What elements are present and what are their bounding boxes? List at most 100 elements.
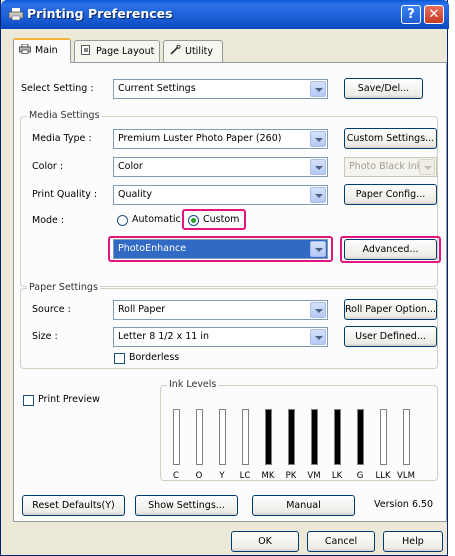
- manual-button[interactable]: Manual: [252, 495, 355, 516]
- custom-settings-button[interactable]: Custom Settings...: [344, 128, 437, 149]
- user-defined-button[interactable]: User Defined...: [344, 326, 437, 347]
- ink-label-vm: VM: [307, 471, 321, 481]
- chevron-down-icon[interactable]: [310, 241, 326, 257]
- help-button[interactable]: Help: [383, 531, 443, 552]
- automatic-radio[interactable]: [117, 215, 128, 226]
- chevron-down-icon[interactable]: [310, 302, 326, 318]
- title-bar[interactable]: Printing Preferences ? ✕: [1, 0, 449, 29]
- cancel-button[interactable]: Cancel: [307, 531, 375, 552]
- custom-radio-label[interactable]: Custom: [203, 214, 239, 225]
- chevron-down-icon[interactable]: [310, 187, 326, 203]
- select-setting-combo[interactable]: Current Settings: [113, 79, 328, 99]
- save-del-button[interactable]: Save/Del...: [344, 78, 423, 99]
- ink-bar-y: [219, 409, 226, 465]
- show-settings-button[interactable]: Show Settings...: [135, 495, 238, 516]
- printer-icon: [19, 44, 31, 54]
- tab-main-label: Main: [35, 45, 58, 56]
- select-setting-value: Current Settings: [118, 83, 196, 94]
- paper-config-button[interactable]: Paper Config...: [344, 184, 437, 205]
- ink-label-vlm: VLM: [397, 471, 415, 481]
- borderless-checkbox[interactable]: [114, 353, 125, 364]
- main-tab-panel: Select Setting : Current Settings Save/D…: [13, 62, 447, 522]
- help-title-button[interactable]: ?: [401, 5, 421, 24]
- ink-bar-vm: [311, 409, 318, 465]
- ink-label-mk: MK: [261, 471, 275, 481]
- chevron-down-icon[interactable]: [310, 81, 326, 97]
- ink-bar-c: [173, 409, 180, 465]
- print-preview-label[interactable]: Print Preview: [38, 394, 100, 405]
- source-value: Roll Paper: [118, 304, 166, 315]
- ink-label-y: Y: [219, 471, 225, 481]
- wrench-icon: [170, 45, 181, 55]
- media-type-value: Premium Luster Photo Paper (260): [118, 133, 282, 144]
- tab-page-layout[interactable]: Page Layout: [74, 40, 160, 62]
- mode-label: Mode :: [32, 215, 65, 226]
- ink-levels-title: Ink Levels: [167, 379, 219, 390]
- print-quality-combo[interactable]: Quality: [113, 185, 328, 205]
- paper-settings-title: Paper Settings: [27, 282, 100, 293]
- color-label: Color :: [32, 161, 64, 172]
- chevron-down-icon[interactable]: [310, 131, 326, 147]
- ink-bar-mk: [265, 409, 272, 465]
- roll-paper-option-button[interactable]: Roll Paper Option...: [344, 299, 437, 320]
- mode-preset-combo[interactable]: PhotoEnhance: [113, 239, 328, 259]
- ink-bar-llk: [380, 409, 387, 465]
- ink-fill-llk: [381, 410, 386, 464]
- ok-button[interactable]: OK: [231, 531, 299, 552]
- ink-fill-o: [197, 410, 202, 464]
- print-quality-value: Quality: [118, 189, 152, 200]
- print-quality-label: Print Quality :: [32, 189, 98, 200]
- close-title-button[interactable]: ✕: [424, 5, 444, 24]
- color-combo[interactable]: Color: [113, 157, 328, 177]
- ink-label-pk: PK: [285, 471, 297, 481]
- ink-bar-g: [357, 409, 364, 465]
- printer-icon: [8, 8, 24, 21]
- automatic-radio-label[interactable]: Automatic: [132, 214, 181, 225]
- ink-fill-c: [174, 410, 179, 464]
- size-combo[interactable]: Letter 8 1/2 x 11 in: [113, 327, 328, 347]
- reset-defaults-button[interactable]: Reset Defaults(Y): [22, 495, 125, 516]
- chevron-down-icon[interactable]: [310, 159, 326, 175]
- ink-label-llk: LLK: [375, 471, 391, 481]
- ink-type-value: Photo Black Ink: [349, 161, 423, 172]
- printing-preferences-window: Printing Preferences ? ✕ Main Page Layou…: [0, 0, 449, 556]
- ink-fill-vm: [312, 410, 317, 464]
- source-combo[interactable]: Roll Paper: [113, 300, 328, 320]
- mode-preset-value: PhotoEnhance: [118, 243, 187, 254]
- chevron-down-icon[interactable]: [419, 159, 435, 175]
- ink-fill-mk: [266, 410, 271, 464]
- media-settings-title: Media Settings: [27, 110, 102, 121]
- size-value: Letter 8 1/2 x 11 in: [118, 331, 209, 342]
- tab-main[interactable]: Main: [13, 38, 71, 63]
- ink-bar-pk: [288, 409, 295, 465]
- ink-type-combo[interactable]: Photo Black Ink: [344, 157, 437, 177]
- ink-label-c: C: [173, 471, 179, 481]
- ink-fill-lk: [335, 410, 340, 464]
- ink-bar-lc: [242, 409, 249, 465]
- version-label: Version 6.50: [374, 499, 434, 510]
- borderless-label[interactable]: Borderless: [129, 352, 179, 363]
- page-icon: [81, 45, 90, 55]
- ink-label-lk: LK: [331, 471, 343, 481]
- custom-radio[interactable]: [188, 215, 199, 226]
- tab-utility[interactable]: Utility: [163, 40, 223, 62]
- color-value: Color: [118, 161, 143, 172]
- ink-fill-lc: [243, 410, 248, 464]
- ink-bar-vlm: [403, 409, 410, 465]
- advanced-button[interactable]: Advanced...: [344, 239, 437, 260]
- media-type-combo[interactable]: Premium Luster Photo Paper (260): [113, 129, 328, 149]
- select-setting-label: Select Setting :: [21, 83, 94, 94]
- ink-bar-lk: [334, 409, 341, 465]
- ink-fill-vlm: [404, 410, 409, 464]
- source-label: Source :: [32, 304, 71, 315]
- print-preview-checkbox[interactable]: [23, 395, 34, 406]
- ink-bar-o: [196, 409, 203, 465]
- ink-label-lc: LC: [239, 471, 251, 481]
- tab-page-layout-label: Page Layout: [96, 46, 155, 57]
- size-label: Size :: [32, 331, 58, 342]
- ink-fill-pk: [289, 410, 294, 464]
- ink-label-o: O: [195, 471, 203, 481]
- chevron-down-icon[interactable]: [310, 329, 326, 345]
- window-title: Printing Preferences: [27, 6, 173, 21]
- ink-fill-g: [358, 410, 363, 464]
